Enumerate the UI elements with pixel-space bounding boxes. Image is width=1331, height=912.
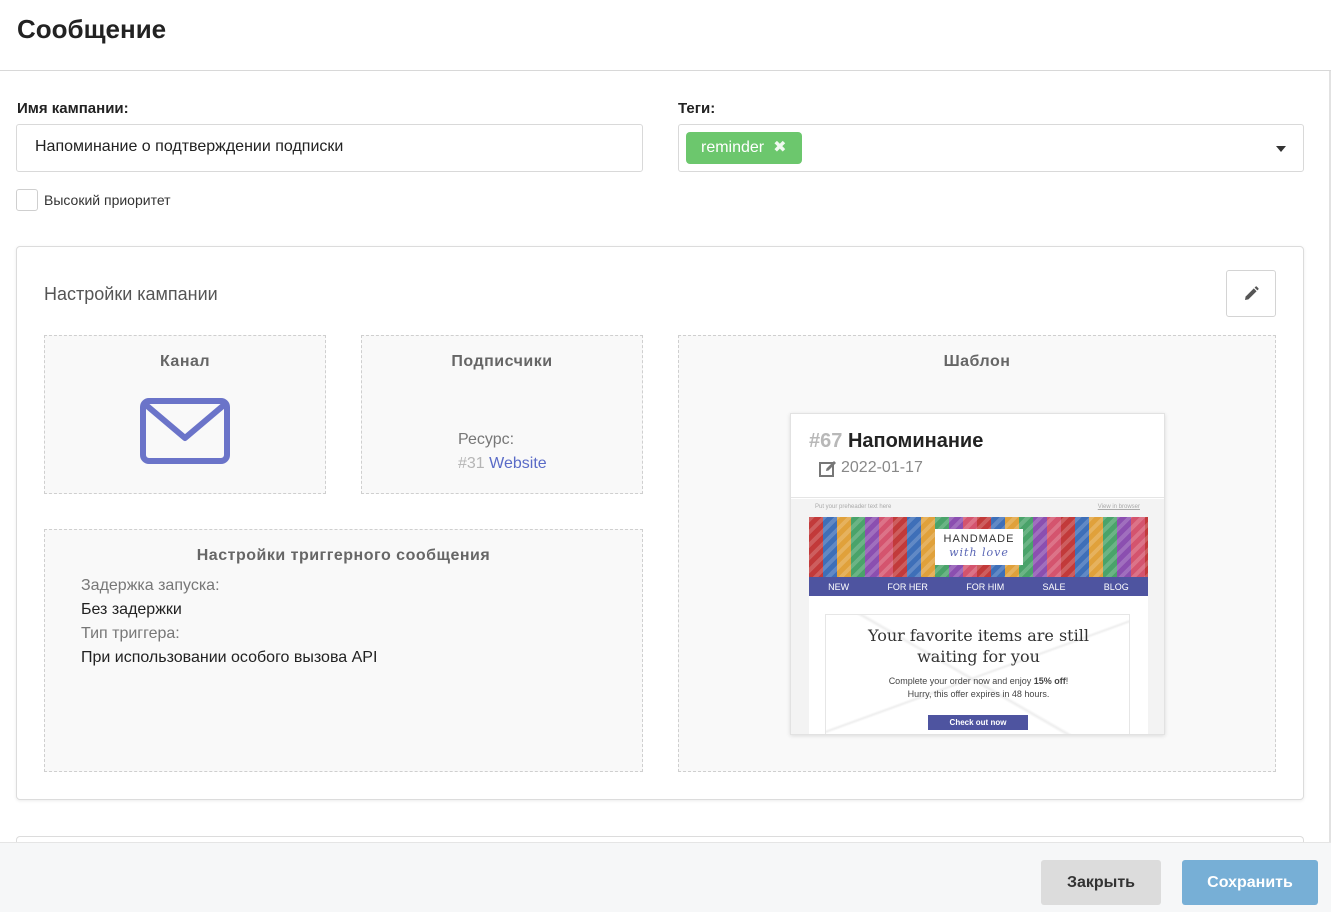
view-in-browser-link: View in browser — [1097, 504, 1140, 510]
tag-remove-icon[interactable]: ✖ — [773, 132, 786, 164]
subscribers-box: Подписчики Ресурс: #31 Website — [361, 335, 643, 494]
logo-bottom: with love — [949, 546, 1009, 559]
trigger-settings-box: Настройки триггерного сообщения Задержка… — [44, 529, 643, 772]
panel-title: Настройки кампании — [44, 284, 218, 304]
preview-content: Your favorite items are still waiting fo… — [809, 596, 1148, 734]
template-box: Шаблон #67 Напоминание 2022-01-17 Put yo… — [678, 335, 1276, 772]
preheader-text: Put your preheader text here — [815, 504, 892, 510]
logo-top: HANDMADE — [943, 533, 1015, 545]
edit-icon — [819, 460, 836, 477]
resource-label: Ресурс: — [458, 431, 515, 448]
template-name: #67 Напоминание — [809, 430, 983, 453]
footer-bar: Закрыть Сохранить — [0, 842, 1331, 912]
preview-nav-item: BLOG — [1103, 581, 1129, 592]
trigger-settings-title: Настройки триггерного сообщения — [196, 547, 491, 564]
resource-value: #31 Website — [458, 455, 547, 473]
subscribers-title: Подписчики — [451, 353, 553, 370]
preview-nav-item: NEW — [828, 581, 850, 592]
preview-cta-button: Check out now — [928, 715, 1028, 730]
preview-nav-item: FOR HER — [887, 581, 928, 592]
template-id: #67 — [809, 430, 843, 452]
trigger-type-label: Тип триггера: — [81, 625, 180, 642]
tags-select[interactable]: reminder ✖ — [678, 124, 1304, 172]
tag-reminder: reminder ✖ — [686, 132, 802, 164]
high-priority-checkbox[interactable] — [16, 189, 38, 211]
template-preview: Put your preheader text here View in bro… — [791, 499, 1164, 734]
edit-settings-button[interactable] — [1226, 270, 1276, 317]
preview-banner: HANDMADE with love — [809, 517, 1148, 577]
preview-nav-item: SALE — [1042, 581, 1066, 592]
template-date-text: 2022-01-17 — [841, 459, 923, 476]
resource-id: #31 — [458, 455, 485, 472]
resource-link[interactable]: Website — [489, 455, 547, 472]
campaign-name-input[interactable]: Напоминание о подтверждении подписки — [16, 124, 643, 172]
channel-title: Канал — [159, 353, 211, 370]
template-card[interactable]: #67 Напоминание 2022-01-17 Put your preh… — [790, 413, 1165, 735]
campaign-settings-panel: Настройки кампании Канал Подписчики Ресу… — [16, 246, 1304, 800]
preview-headline: Your favorite items are still waiting fo… — [868, 626, 1089, 666]
pencil-icon — [1245, 285, 1259, 300]
handmade-logo: HANDMADE with love — [935, 529, 1023, 565]
delay-value: Без задержки — [81, 601, 182, 618]
template-name-text: Напоминание — [847, 430, 984, 452]
preview-nav-item: FOR HIM — [966, 581, 1005, 592]
page-header: Сообщение — [0, 0, 1331, 71]
preview-nav: NEW FOR HER FOR HIM SALE BLOG — [809, 577, 1148, 596]
campaign-name-label: Имя кампании: — [17, 100, 129, 117]
page-title: Сообщение — [17, 14, 167, 44]
preview-body: Complete your order now and enjoy 15% of… — [888, 676, 1069, 699]
channel-box: Канал — [44, 335, 326, 494]
tag-label: reminder — [701, 139, 765, 156]
save-button[interactable]: Сохранить — [1182, 860, 1318, 905]
envelope-icon — [140, 398, 230, 464]
template-title: Шаблон — [943, 353, 1011, 370]
close-button[interactable]: Закрыть — [1041, 860, 1161, 905]
high-priority-label[interactable]: Высокий приоритет — [44, 192, 171, 208]
delay-label: Задержка запуска: — [81, 577, 220, 594]
template-card-header: #67 Напоминание 2022-01-17 — [791, 414, 1164, 498]
template-date: 2022-01-17 — [819, 459, 923, 477]
chevron-down-icon[interactable] — [1276, 146, 1286, 152]
trigger-type-value: При использовании особого вызова API — [81, 649, 378, 666]
tags-label: Теги: — [678, 100, 716, 117]
